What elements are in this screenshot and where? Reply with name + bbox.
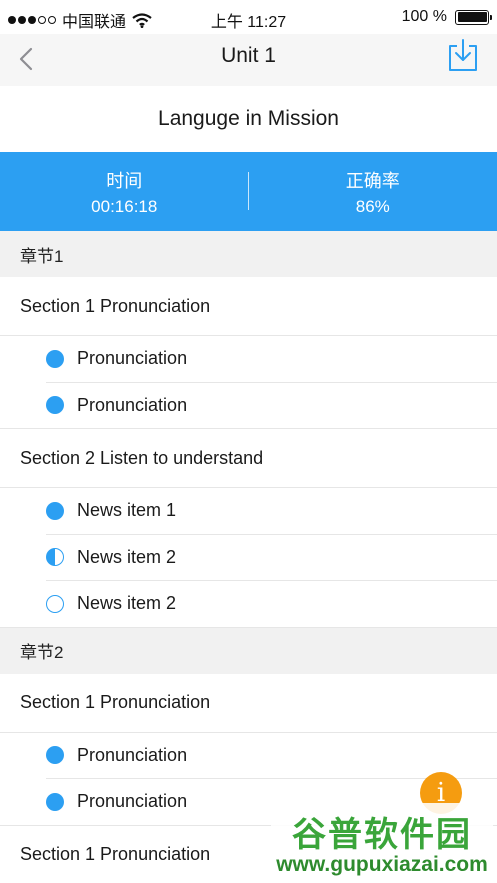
lesson-item[interactable]: News item 2 bbox=[0, 581, 497, 628]
progress-full-icon bbox=[46, 746, 64, 765]
nav-bar: Unit 1 bbox=[0, 34, 497, 86]
progress-empty-icon bbox=[46, 594, 64, 613]
page-title: Unit 1 bbox=[221, 44, 276, 67]
chapter-header: 章节2 bbox=[0, 627, 497, 674]
stat-accuracy-label: 正确率 bbox=[345, 170, 400, 191]
progress-full-icon bbox=[46, 792, 64, 811]
progress-full-icon bbox=[46, 396, 64, 415]
lesson-label: Pronunciation bbox=[77, 348, 188, 369]
stat-divider bbox=[248, 172, 249, 210]
watermark-title: 谷普软件园 bbox=[292, 816, 472, 854]
lesson-label: Pronunciation bbox=[77, 744, 188, 765]
battery-percent: 100 % bbox=[401, 8, 447, 25]
stat-time: 时间 00:16:18 bbox=[0, 152, 249, 231]
battery-icon bbox=[455, 9, 492, 25]
section-row[interactable]: Section 2 Listen to understand bbox=[0, 429, 497, 488]
lesson-item[interactable]: News item 1 bbox=[46, 488, 497, 535]
course-header: Languge in Mission bbox=[0, 86, 497, 152]
status-bar: 中国联通 上午 11:27 100 % bbox=[0, 0, 497, 34]
section-row[interactable]: Section 1 Pronunciation bbox=[0, 277, 497, 336]
watermark-url: www.gupuxiazai.com bbox=[276, 853, 488, 876]
lesson-label: News item 2 bbox=[77, 546, 177, 567]
lesson-item[interactable]: News item 2 bbox=[46, 534, 497, 581]
lesson-label: Pronunciation bbox=[77, 394, 188, 415]
course-title: Languge in Mission bbox=[158, 107, 339, 130]
status-right: 100 % bbox=[401, 8, 492, 26]
progress-full-icon bbox=[46, 349, 64, 368]
download-button[interactable] bbox=[447, 38, 479, 72]
stat-accuracy: 正确率 86% bbox=[249, 152, 497, 231]
stat-time-label: 时间 bbox=[106, 170, 143, 191]
download-icon bbox=[449, 39, 477, 71]
chapter-header: 章节1 bbox=[0, 231, 497, 277]
watermark: 谷普软件园 www.gupuxiazai.com bbox=[271, 803, 493, 881]
progress-half-icon bbox=[46, 548, 64, 567]
lesson-label: News item 1 bbox=[77, 500, 177, 521]
progress-full-icon bbox=[46, 501, 64, 520]
lesson-label: News item 2 bbox=[77, 593, 177, 614]
lesson-item[interactable]: Pronunciation bbox=[0, 382, 497, 429]
stat-time-value: 00:16:18 bbox=[91, 196, 158, 216]
lesson-label: Pronunciation bbox=[77, 791, 188, 812]
section-row[interactable]: Section 1 Pronunciation bbox=[0, 673, 497, 733]
stats-bar: 时间 00:16:18 正确率 86% bbox=[0, 152, 497, 231]
lesson-item[interactable]: Pronunciation bbox=[46, 336, 497, 383]
lesson-item[interactable]: Pronunciation bbox=[46, 732, 497, 779]
stat-accuracy-value: 86% bbox=[355, 196, 390, 216]
